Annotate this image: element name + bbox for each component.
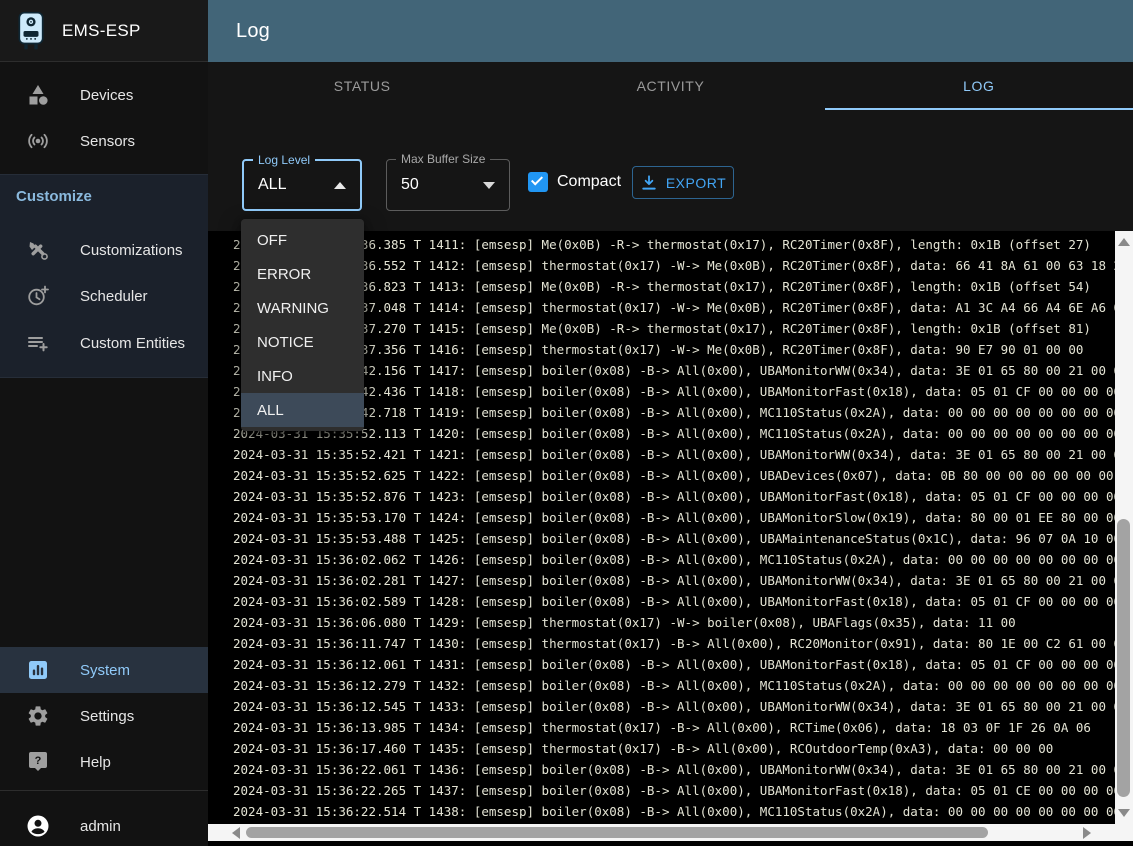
- sidebar-item-scheduler[interactable]: Scheduler: [0, 273, 208, 319]
- log-level-value: ALL: [258, 176, 286, 194]
- log-level-option-info[interactable]: INFO: [241, 359, 364, 393]
- log-line: 2024-03-31 15:36:22.514 T 1438: [emsesp]…: [233, 801, 1115, 822]
- sidebar-item-label: Custom Entities: [80, 335, 185, 352]
- sidebar-item-label: Devices: [80, 87, 133, 104]
- user-label: admin: [80, 818, 121, 835]
- boiler-logo-icon: [16, 10, 46, 52]
- log-line: 2024-03-31 15:35:36.385 T 1411: [emsesp]…: [233, 234, 1115, 255]
- sidebar-divider: [0, 790, 208, 791]
- log-line: 2024-03-31 15:36:13.985 T 1434: [emsesp]…: [233, 717, 1115, 738]
- checkmark-icon: [531, 173, 543, 185]
- log-line: 2024-03-31 15:36:02.281 T 1427: [emsesp]…: [233, 570, 1115, 591]
- log-line: 2024-03-31 15:36:02.062 T 1426: [emsesp]…: [233, 549, 1115, 570]
- log-line: 2024-03-31 15:35:37.048 T 1414: [emsesp]…: [233, 297, 1115, 318]
- help-bubble-icon: ?: [26, 750, 50, 774]
- sidebar-item-customizations[interactable]: Customizations: [0, 227, 208, 273]
- log-line: 2024-03-31 15:35:37.356 T 1416: [emsesp]…: [233, 339, 1115, 360]
- app-title: EMS-ESP: [62, 21, 141, 41]
- log-line: 2024-03-31 15:36:06.080 T 1429: [emsesp]…: [233, 612, 1115, 633]
- log-level-option-warning[interactable]: WARNING: [241, 291, 364, 325]
- horizontal-scrollbar[interactable]: [208, 824, 1133, 841]
- sidebar-item-label: System: [80, 662, 130, 679]
- log-line: 2024-03-31 15:35:42.436 T 1418: [emsesp]…: [233, 381, 1115, 402]
- tools-icon: [26, 238, 50, 262]
- sidebar: EMS-ESP Devices Sensors Customize Custom…: [0, 0, 208, 846]
- vertical-scrollbar-thumb[interactable]: [1117, 519, 1130, 797]
- sidebar-item-label: Help: [80, 754, 111, 771]
- sidebar-item-label: Settings: [80, 708, 134, 725]
- sidebar-item-help[interactable]: ? Help: [0, 739, 208, 785]
- sidebar-header: EMS-ESP: [0, 0, 208, 62]
- log-line: 2024-03-31 15:35:36.552 T 1412: [emsesp]…: [233, 255, 1115, 276]
- page-title: Log: [236, 20, 270, 43]
- account-circle-icon: [26, 814, 50, 838]
- chevron-down-icon: [483, 182, 495, 189]
- log-level-option-notice[interactable]: NOTICE: [241, 325, 364, 359]
- log-line: 2024-03-31 15:36:22.265 T 1437: [emsesp]…: [233, 780, 1115, 801]
- log-line: 2024-03-31 15:35:52.876 T 1423: [emsesp]…: [233, 486, 1115, 507]
- tab-activity[interactable]: ACTIVITY: [516, 62, 824, 110]
- clock-plus-icon: [26, 284, 50, 308]
- sensors-icon: [26, 129, 50, 153]
- tab-indicator: [825, 108, 1133, 110]
- log-level-menu: OFFERRORWARNINGNOTICEINFOALL: [241, 219, 364, 431]
- log-line: 2024-03-31 15:36:17.460 T 1435: [emsesp]…: [233, 738, 1115, 759]
- svg-text:?: ?: [35, 755, 42, 767]
- log-level-option-off[interactable]: OFF: [241, 223, 364, 257]
- log-line: 2024-03-31 15:35:53.170 T 1424: [emsesp]…: [233, 507, 1115, 528]
- sidebar-item-custom-entities[interactable]: Custom Entities: [0, 320, 208, 366]
- log-line: 2024-03-31 15:35:36.823 T 1413: [emsesp]…: [233, 276, 1115, 297]
- tab-bar: STATUS ACTIVITY LOG: [208, 62, 1133, 110]
- scroll-up-icon[interactable]: [1118, 238, 1130, 246]
- playlist-add-icon: [26, 331, 50, 355]
- export-label: EXPORT: [666, 175, 726, 191]
- log-line: 2024-03-31 15:35:42.718 T 1419: [emsesp]…: [233, 402, 1115, 423]
- log-level-option-error[interactable]: ERROR: [241, 257, 364, 291]
- max-buffer-label: Max Buffer Size: [396, 152, 490, 166]
- log-level-select[interactable]: Log Level ALL: [242, 159, 362, 211]
- download-icon: [640, 174, 658, 192]
- log-line: 2024-03-31 15:35:52.625 T 1422: [emsesp]…: [233, 465, 1115, 486]
- sidebar-item-sensors[interactable]: Sensors: [0, 118, 208, 164]
- chevron-up-icon: [334, 182, 346, 189]
- log-line: 2024-03-31 15:35:52.421 T 1421: [emsesp]…: [233, 444, 1115, 465]
- log-line: 2024-03-31 15:36:12.279 T 1432: [emsesp]…: [233, 675, 1115, 696]
- log-line: 2024-03-31 15:36:02.589 T 1428: [emsesp]…: [233, 591, 1115, 612]
- compact-checkbox[interactable]: [528, 172, 548, 192]
- sidebar-item-label: Sensors: [80, 133, 135, 150]
- tab-log[interactable]: LOG: [825, 62, 1133, 110]
- gear-icon: [26, 704, 50, 728]
- sidebar-item-label: Customizations: [80, 242, 183, 259]
- max-buffer-value: 50: [401, 176, 419, 194]
- max-buffer-select[interactable]: Max Buffer Size 50: [386, 159, 510, 211]
- customize-section-header: Customize: [16, 188, 92, 205]
- tab-status[interactable]: STATUS: [208, 62, 516, 110]
- log-line: 2024-03-31 15:35:52.113 T 1420: [emsesp]…: [233, 423, 1115, 444]
- sidebar-item-settings[interactable]: Settings: [0, 693, 208, 739]
- scroll-left-icon[interactable]: [232, 827, 240, 839]
- vertical-scrollbar[interactable]: [1115, 231, 1133, 824]
- log-line: 2024-03-31 15:36:22.061 T 1436: [emsesp]…: [233, 759, 1115, 780]
- log-line: 2024-03-31 15:35:42.156 T 1417: [emsesp]…: [233, 360, 1115, 381]
- sidebar-item-admin[interactable]: admin: [0, 803, 208, 846]
- log-line: 2024-03-31 15:36:11.747 T 1430: [emsesp]…: [233, 633, 1115, 654]
- sidebar-item-label: Scheduler: [80, 288, 148, 305]
- horizontal-scrollbar-thumb[interactable]: [246, 827, 988, 838]
- export-button[interactable]: EXPORT: [632, 166, 734, 199]
- log-level-option-all[interactable]: ALL: [241, 393, 364, 427]
- analytics-icon: [26, 658, 50, 682]
- scroll-down-icon[interactable]: [1118, 809, 1130, 817]
- sidebar-item-system[interactable]: System: [0, 647, 208, 693]
- category-icon: [26, 83, 50, 107]
- appbar: Log: [208, 0, 1133, 62]
- log-level-label: Log Level: [253, 153, 315, 167]
- log-line: 2024-03-31 15:35:53.488 T 1425: [emsesp]…: [233, 528, 1115, 549]
- log-line: 2024-03-31 15:35:37.270 T 1415: [emsesp]…: [233, 318, 1115, 339]
- sidebar-item-devices[interactable]: Devices: [0, 72, 208, 118]
- log-line: 2024-03-31 15:36:12.545 T 1433: [emsesp]…: [233, 696, 1115, 717]
- compact-label: Compact: [557, 172, 621, 192]
- log-line: 2024-03-31 15:36:12.061 T 1431: [emsesp]…: [233, 654, 1115, 675]
- scroll-right-icon[interactable]: [1083, 827, 1091, 839]
